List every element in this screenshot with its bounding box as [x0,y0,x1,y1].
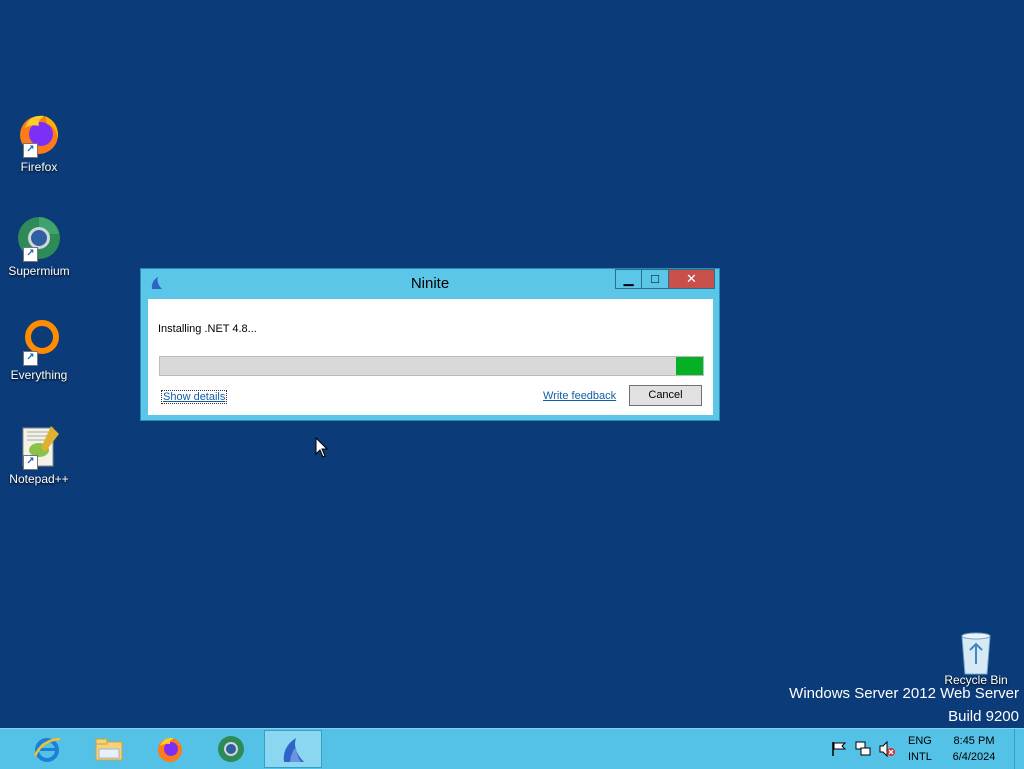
cancel-button[interactable]: Cancel [629,385,702,406]
progress-fill [676,357,703,375]
firefox-icon [158,737,182,762]
supermium-icon: ↗ [15,214,63,262]
desktop-icon-supermium[interactable]: ↗ Supermium [4,214,74,278]
shortcut-arrow-icon: ↗ [23,455,38,470]
shortcut-arrow-icon: ↗ [23,351,38,366]
language-code: ENG [908,735,932,747]
internet-explorer-icon [33,737,61,762]
taskbar-ninite[interactable] [264,730,322,768]
os-watermark: Windows Server 2012 Web Server Build 920… [789,682,1019,728]
system-clock[interactable]: 8:45 PM 6/4/2024 [950,733,998,765]
volume-muted-icon[interactable] [878,740,896,758]
input-language-indicator[interactable]: ENG INTL [908,733,932,765]
maximize-icon: □ [651,271,659,286]
keyboard-layout: INTL [908,751,932,763]
desktop-icon-notepad-plus-plus[interactable]: ↗ Notepad++ [4,422,74,486]
taskbar-file-explorer[interactable] [80,730,138,768]
clock-time: 8:45 PM [953,735,995,747]
watermark-line1: Windows Server 2012 Web Server [789,685,1019,702]
shortcut-arrow-icon: ↗ [23,247,38,262]
minimize-icon: ▁ [623,271,634,286]
write-feedback-link[interactable]: Write feedback [543,390,616,402]
taskbar-firefox[interactable] [141,730,199,768]
shortcut-arrow-icon: ↗ [23,143,38,158]
taskbar-internet-explorer[interactable] [18,730,76,768]
maximize-button[interactable]: □ [642,269,669,289]
show-desktop-button[interactable] [1014,729,1024,769]
network-icon[interactable] [854,740,872,758]
desktop-icon-label: Supermium [8,264,70,278]
firefox-icon: ↗ [15,110,63,158]
ninite-dialog: Ninite ▁ □ ✕ Installing .NET 4.8... Show… [140,268,720,421]
close-button[interactable]: ✕ [669,269,715,289]
recycle-bin-icon [961,632,991,675]
dialog-body: Installing .NET 4.8... Show details Writ… [148,299,713,415]
everything-icon: ↗ [15,318,63,366]
desktop-icon-label: Everything [10,368,68,382]
desktop-icon-label: Notepad++ [9,472,69,486]
taskbar: ENG INTL 8:45 PM 6/4/2024 [0,728,1024,769]
clock-date: 6/4/2024 [952,751,996,763]
install-progress-bar [159,356,704,376]
progress-track [160,357,676,375]
desktop-icon-firefox[interactable]: ↗ Firefox [4,110,74,174]
ninite-icon [283,738,304,762]
desktop-icon-label: Firefox [20,160,58,174]
desktop-icon-recycle-bin[interactable]: Recycle Bin [944,630,1008,687]
install-status-text: Installing .NET 4.8... [158,323,257,335]
notepad-plus-plus-icon: ↗ [15,422,63,470]
supermium-icon [218,736,244,762]
taskbar-supermium[interactable] [202,730,260,768]
minimize-button[interactable]: ▁ [615,269,642,289]
watermark-line2: Build 9200 [948,708,1019,725]
close-icon: ✕ [686,271,697,286]
mouse-cursor-icon [315,437,329,458]
desktop-icon-everything[interactable]: ↗ Everything [4,318,74,382]
flag-icon[interactable] [830,740,848,758]
file-explorer-icon [95,738,123,761]
show-details-link[interactable]: Show details [161,390,228,404]
